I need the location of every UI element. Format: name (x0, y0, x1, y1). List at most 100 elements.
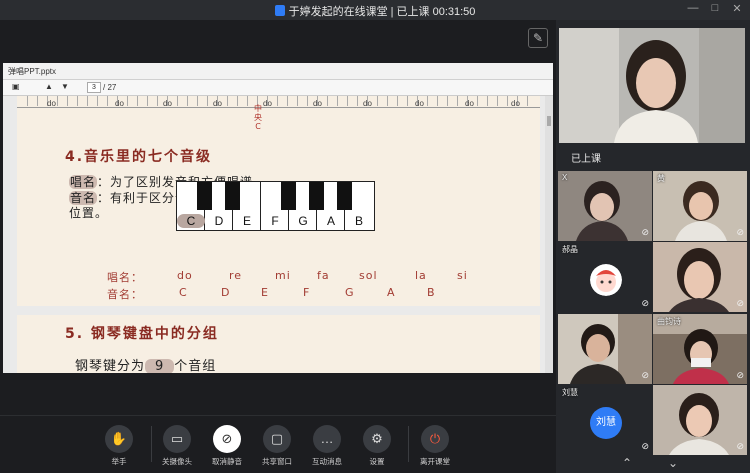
solfege-syllable: la (415, 269, 427, 282)
hand-icon: ✋ (105, 425, 133, 453)
presentation-stage: ✎ 弹唱PPT.pptx ▣ ▲ ▼ 3 / 27 do do do do do… (0, 20, 556, 415)
participant-tile[interactable]: ⊘ (558, 314, 652, 384)
solfege-row: 唱名： do re mi fa sol la si (107, 269, 507, 284)
mic-muted-icon: ⊘ (641, 298, 649, 308)
slide-page-3: do do do do do do do do do do 中央C 4.音乐里的… (17, 96, 540, 306)
note-name: A (387, 286, 396, 299)
class-toolbar: ✋ 举手 ▭ 关摄像头 ⊘ 取消静音 ▢ 共享窗口 … 互动消息 ⚙ 设置 ⏻ … (0, 415, 556, 473)
do-label: do (511, 99, 520, 108)
do-label: do (213, 99, 222, 108)
document-scrollbar[interactable] (545, 96, 553, 373)
row-label: 音名： (107, 288, 143, 301)
leave-class-button[interactable]: ⏻ 离开课堂 (410, 425, 460, 467)
participant-tile[interactable]: 黄 ⊘ (653, 171, 747, 241)
share-window-button[interactable]: ▢ 共享窗口 (252, 425, 302, 467)
document-filename: 弹唱PPT.pptx (8, 67, 57, 76)
avatar: 刘慧 (590, 407, 622, 439)
solfege-syllable: re (229, 269, 243, 282)
mic-muted-icon: ⊘ (736, 370, 744, 380)
solfege-syllable: fa (317, 269, 330, 282)
window-title: 于婷发起的在线课堂 | 已上课 00:31:50 (288, 6, 476, 18)
do-label: do (263, 99, 272, 108)
document-toolbar: ▣ ▲ ▼ 3 / 27 (3, 80, 553, 96)
black-key (197, 182, 212, 210)
participant-tile[interactable]: 曲钧诗 ⊘ (653, 314, 747, 384)
page-down-icon[interactable]: ▼ (61, 82, 69, 91)
black-key (281, 182, 296, 210)
participant-tile[interactable]: ⊘ (653, 385, 747, 455)
solfege-syllable: sol (359, 269, 378, 282)
slide-page-4: 5. 钢琴键盘中的分组 钢琴键分为 9 个音组 (17, 315, 540, 373)
teacher-video[interactable] (559, 28, 745, 143)
gear-icon: ⚙ (363, 425, 391, 453)
mic-muted-icon: ⊘ (736, 227, 744, 237)
page-total: / 27 (103, 83, 117, 92)
solfege-syllable: si (457, 269, 468, 282)
participant-tile[interactable]: X ⊘ (558, 171, 652, 241)
class-status: 已上课 (571, 154, 601, 165)
key-letter: B (354, 214, 363, 228)
piano-keyboard-diagram: C D E F G A B (176, 181, 375, 231)
close-button[interactable]: ✕ (730, 2, 744, 15)
messages-button[interactable]: … 互动消息 (302, 425, 352, 467)
maximize-button[interactable]: □ (708, 2, 722, 15)
mic-muted-icon: ⊘ (641, 227, 649, 237)
pen-icon: ✎ (532, 31, 544, 45)
black-key (337, 182, 352, 210)
note-name: D (221, 286, 231, 299)
note-name: B (427, 286, 436, 299)
slide-heading: 4.音乐里的七个音级 (65, 149, 213, 165)
note-name-term: 音名 (69, 191, 98, 205)
teacher-video-frame (559, 28, 745, 143)
definition-continuation: 位置。 (69, 206, 109, 220)
chevron-down-icon[interactable]: ⌄ (668, 456, 678, 470)
lock-icon (274, 5, 285, 16)
do-label: do (363, 99, 372, 108)
annotate-button[interactable]: ✎ (528, 28, 548, 48)
key-letter: G (298, 214, 308, 228)
page-up-icon[interactable]: ▲ (45, 82, 53, 91)
scrollbar-thumb[interactable] (547, 116, 551, 126)
settings-button[interactable]: ⚙ 设置 (352, 425, 402, 467)
participant-name: X (562, 173, 568, 182)
power-icon: ⏻ (421, 425, 449, 453)
keyboard-strip (17, 96, 540, 108)
do-label: do (415, 99, 424, 108)
participant-name: 曲钧诗 (657, 317, 681, 326)
key-letter: F (271, 214, 279, 228)
do-label: do (115, 99, 124, 108)
mic-muted-icon: ⊘ (736, 441, 744, 451)
do-label: do (47, 99, 56, 108)
solfege-term: 唱名 (69, 175, 98, 189)
participant-name: 黄 (657, 174, 665, 183)
camera-icon: ▭ (163, 425, 191, 453)
key-letter: D (214, 214, 224, 228)
group-count: 9 (145, 359, 175, 373)
unmute-button[interactable]: ⊘ 取消静音 (202, 425, 252, 467)
mic-muted-icon: ⊘ (641, 441, 649, 451)
participant-tile[interactable]: 刘慧 刘慧 ⊘ (558, 385, 652, 455)
chevron-up-icon[interactable]: ⌃ (622, 456, 632, 470)
participant-name: 郝晶 (562, 245, 578, 254)
page-number-input[interactable]: 3 (87, 82, 101, 93)
participant-tile[interactable]: 郝晶 ⊘ (558, 242, 652, 312)
camera-toggle-button[interactable]: ▭ 关摄像头 (152, 425, 202, 467)
mic-muted-icon: ⊘ (213, 425, 241, 453)
raise-hand-button[interactable]: ✋ 举手 (94, 425, 144, 467)
mic-muted-icon: ⊘ (641, 370, 649, 380)
title-bar: 于婷发起的在线课堂 | 已上课 00:31:50 — □ ✕ (0, 0, 750, 20)
mic-muted-icon: ⊘ (736, 298, 744, 308)
black-key (225, 182, 240, 210)
minimize-button[interactable]: — (686, 2, 700, 15)
key-letter: C (177, 214, 205, 228)
do-label: do (465, 99, 474, 108)
note-name: G (345, 286, 355, 299)
document-viewer: 弹唱PPT.pptx ▣ ▲ ▼ 3 / 27 do do do do do d… (3, 63, 553, 373)
do-label: do (163, 99, 172, 108)
slide-heading: 5. 钢琴键盘中的分组 (65, 326, 219, 342)
middle-c-label: 中央C (254, 104, 262, 131)
classroom-app: 于婷发起的在线课堂 | 已上课 00:31:50 — □ ✕ ✎ 弹唱PPT.p… (0, 0, 750, 473)
participants-panel: 已上课 X ⊘ 黄 ⊘ 郝晶 ⊘ ⊘ ⊘ 曲钧诗 ⊘ 刘慧 刘慧 ⊘ ⊘ ⌃ ⌄ (556, 20, 750, 473)
sidebar-toggle-icon[interactable]: ▣ (12, 82, 20, 91)
participant-tile[interactable]: ⊘ (653, 242, 747, 312)
